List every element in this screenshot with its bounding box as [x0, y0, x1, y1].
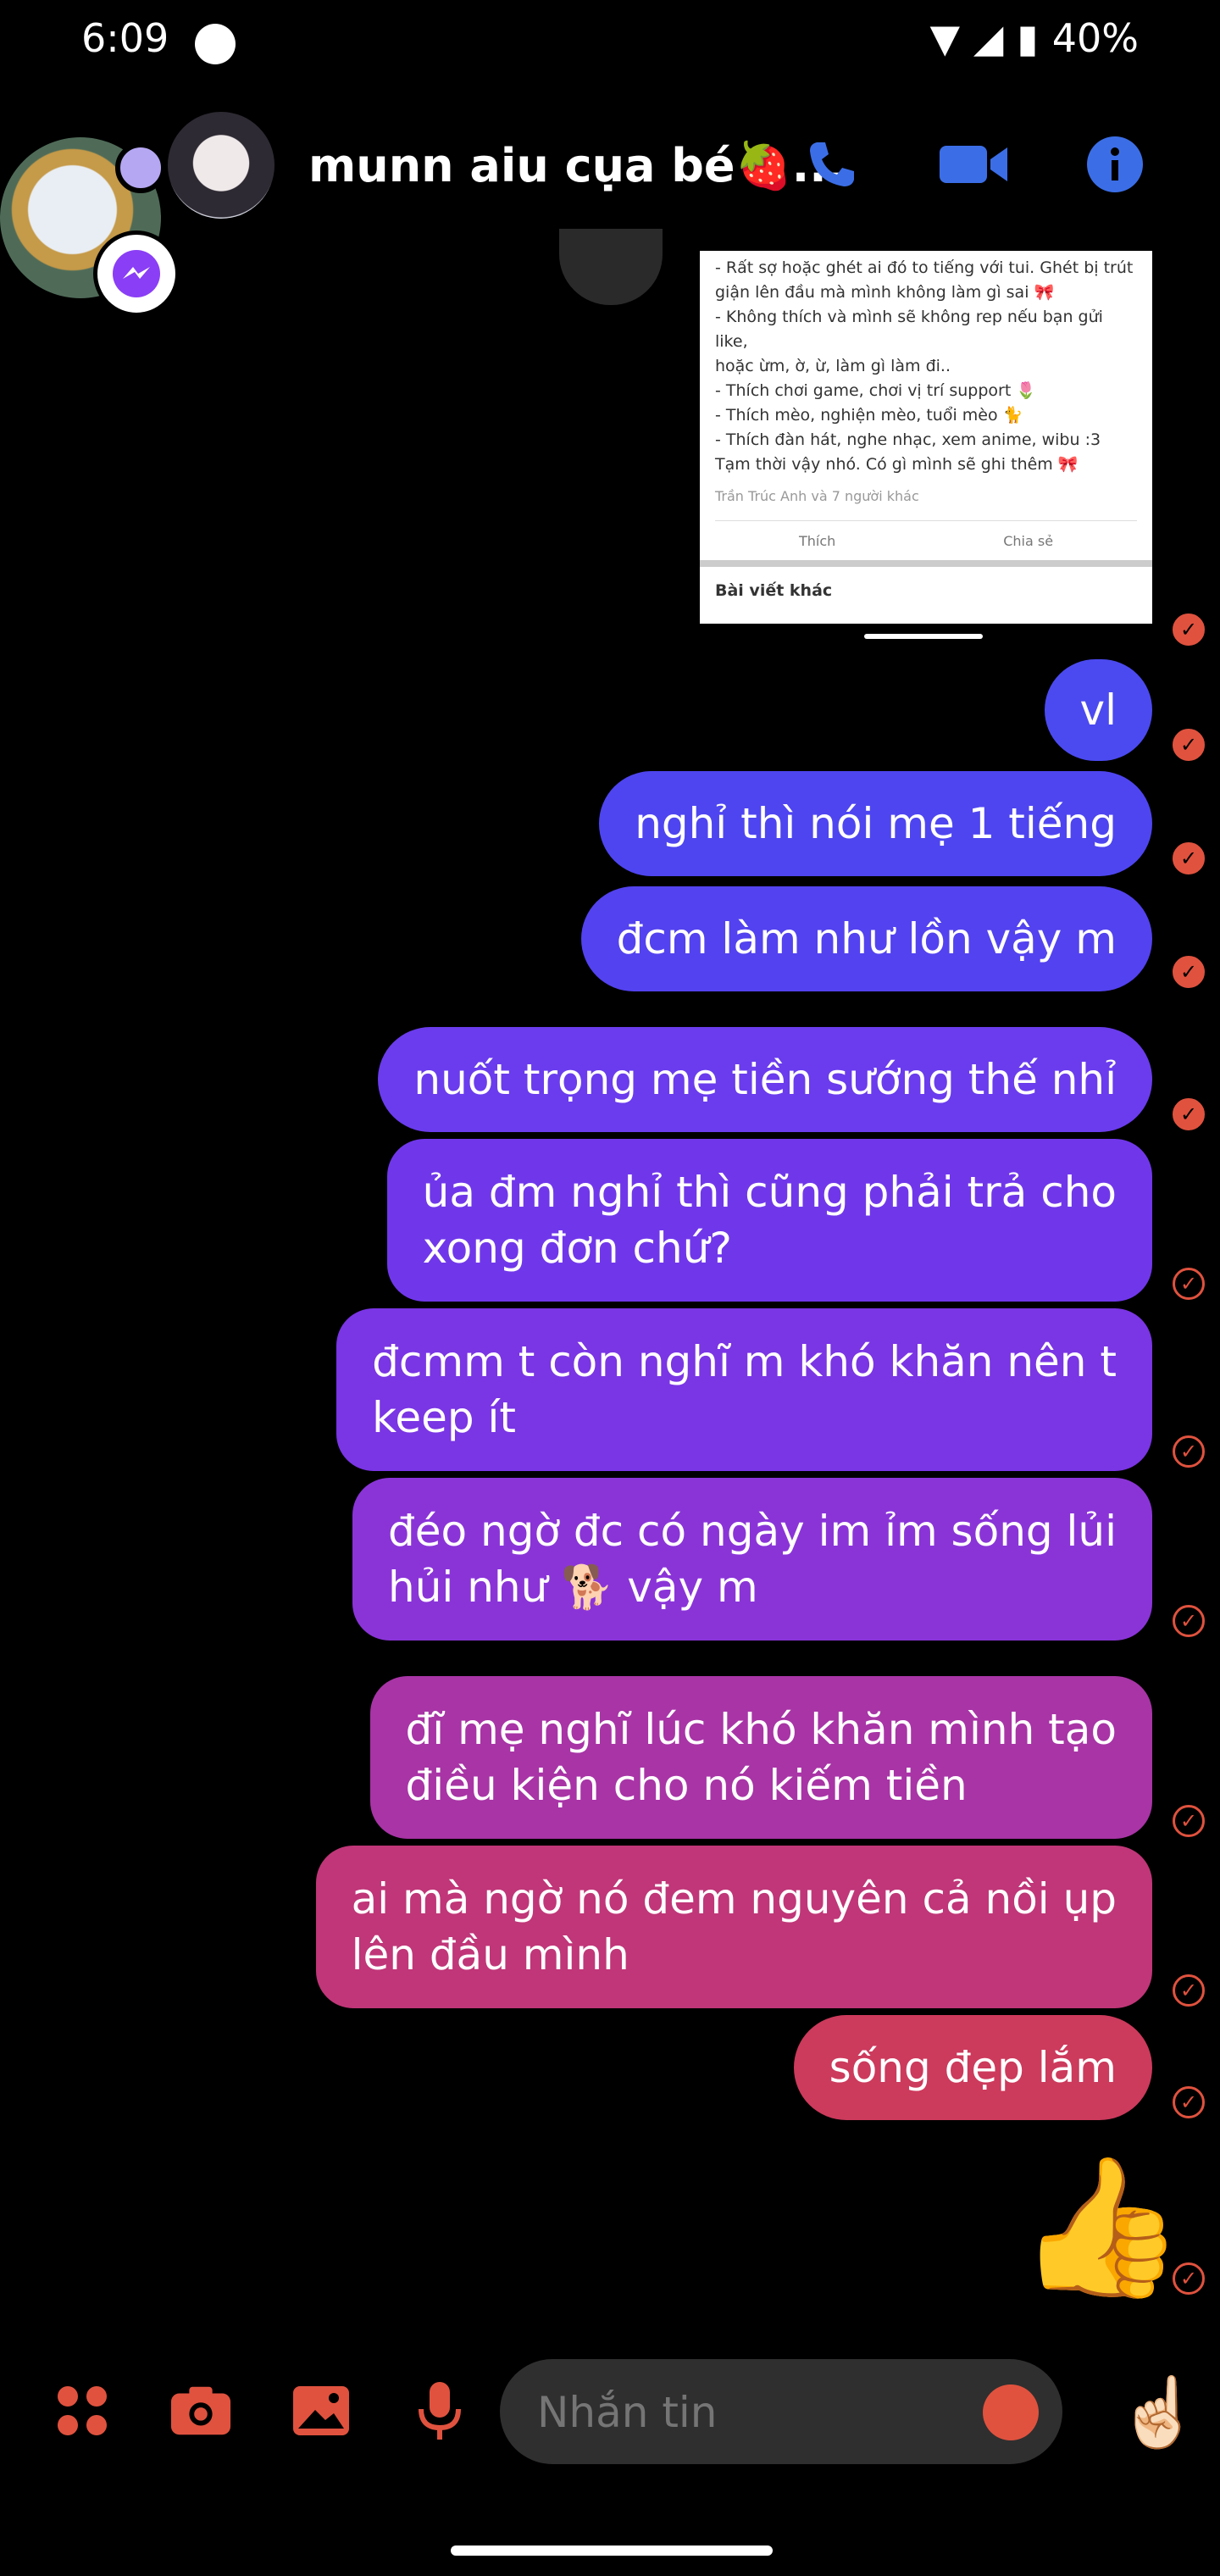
gallery-icon[interactable]: [290, 2379, 352, 2442]
battery-percent: 40%: [1051, 15, 1139, 61]
post-line: - Thích mèo, nghiện mèo, tuổi mèo 🐈: [715, 406, 1023, 425]
read-receipt-icon: ✓: [1173, 613, 1205, 646]
sent-receipt-icon: ✓: [1173, 1605, 1205, 1637]
message-input[interactable]: [535, 2359, 962, 2466]
camera-icon[interactable]: [169, 2379, 232, 2442]
message-bubble[interactable]: ai mà ngờ nó đem nguyên cả nồi ụp lên đầ…: [315, 1846, 1152, 2008]
message-bubble[interactable]: ủa đm nghỉ thì cũng phải trả cho xong đơ…: [386, 1139, 1152, 1302]
phone-icon[interactable]: [801, 134, 862, 195]
chat-title[interactable]: munn aiu cụa bé🍓...: [308, 139, 844, 193]
other-posts-label: Bài viết khác: [715, 581, 833, 600]
status-time: 6:09: [81, 15, 169, 61]
menu-dots-icon[interactable]: [51, 2379, 114, 2442]
thumbs-up-message[interactable]: 👍: [1017, 2159, 1185, 2295]
post-like-button: Thích: [798, 532, 836, 549]
post-line: hoặc ừm, ờ, ừ, làm gì làm đi..: [715, 357, 951, 375]
post-reactions: Trần Trúc Anh và 7 người khác: [715, 488, 919, 504]
message-bubble[interactable]: sống đẹp lắm: [793, 2015, 1152, 2120]
post-share-button: Chia sẻ: [1003, 532, 1054, 549]
read-receipt-icon: ✓: [1173, 842, 1205, 874]
image-handle: [864, 634, 983, 639]
read-receipt-icon: ✓: [1173, 1098, 1205, 1130]
post-line: - Không thích và mình sẽ không rep nếu b…: [715, 308, 1103, 351]
sent-receipt-icon: ✓: [1173, 1268, 1205, 1300]
emoji-icon[interactable]: [983, 2384, 1039, 2440]
wifi-icon: ▼: [929, 15, 961, 61]
video-icon[interactable]: [937, 134, 1010, 195]
message-bubble[interactable]: nghỉ thì nói mẹ 1 tiếng: [599, 771, 1152, 876]
active-status-dot: [115, 142, 166, 193]
sent-receipt-icon: ✓: [1173, 1805, 1205, 1837]
microphone-icon[interactable]: [408, 2379, 471, 2442]
sent-receipt-icon: ✓: [1173, 1974, 1205, 2007]
read-receipt-icon: ✓: [1173, 729, 1205, 761]
messenger-notification-icon: [195, 24, 236, 64]
camera-reply-icon[interactable]: [559, 229, 663, 305]
post-line: - Rất sợ hoặc ghét ai đó to tiếng với tu…: [715, 258, 1134, 277]
home-indicator[interactable]: [451, 2545, 773, 2556]
message-bubble[interactable]: nuốt trọng mẹ tiền sướng thế nhỉ: [378, 1027, 1152, 1132]
message-composer[interactable]: [500, 2359, 1062, 2466]
post-line: - Thích đàn hát, nghe nhạc, xem anime, w…: [715, 430, 1101, 449]
info-icon[interactable]: [1084, 134, 1145, 195]
post-line: Tạm thời vậy nhó. Có gì mình sẽ ghi thêm…: [715, 455, 1079, 474]
signal-icon: ◢: [973, 15, 1004, 61]
messenger-badge-icon: [93, 230, 180, 317]
message-bubble[interactable]: đcmm t còn nghĩ m khó khăn nên t keep ít: [336, 1308, 1152, 1471]
message-bubble[interactable]: đcm làm như lồn vậy m: [580, 886, 1152, 991]
sent-receipt-icon: ✓: [1173, 2086, 1205, 2118]
battery-icon: ▮: [1017, 15, 1039, 61]
message-bubble[interactable]: vl: [1044, 659, 1152, 761]
shared-image[interactable]: - Rất sợ hoặc ghét ai đó to tiếng với tu…: [700, 251, 1152, 624]
sent-receipt-icon: ✓: [1173, 1435, 1205, 1468]
post-line: giận lên đầu mà mình không làm gì sai 🎀: [715, 283, 1055, 302]
quick-reaction-icon[interactable]: ☝🏻: [1117, 2373, 1201, 2452]
message-bubble[interactable]: đéo ngờ đc có ngày im ỉm sống lủi hủi nh…: [352, 1478, 1152, 1641]
sent-receipt-icon: ✓: [1173, 2262, 1205, 2295]
message-bubble[interactable]: đĩ mẹ nghĩ lúc khó khăn mình tạo điều ki…: [369, 1676, 1152, 1839]
post-line: - Thích chơi game, chơi vị trí support 🌷: [715, 381, 1036, 400]
read-receipt-icon: ✓: [1173, 956, 1205, 988]
status-right: ▼ ◢ ▮ 40%: [930, 15, 1139, 61]
avatar-secondary[interactable]: [168, 112, 274, 219]
